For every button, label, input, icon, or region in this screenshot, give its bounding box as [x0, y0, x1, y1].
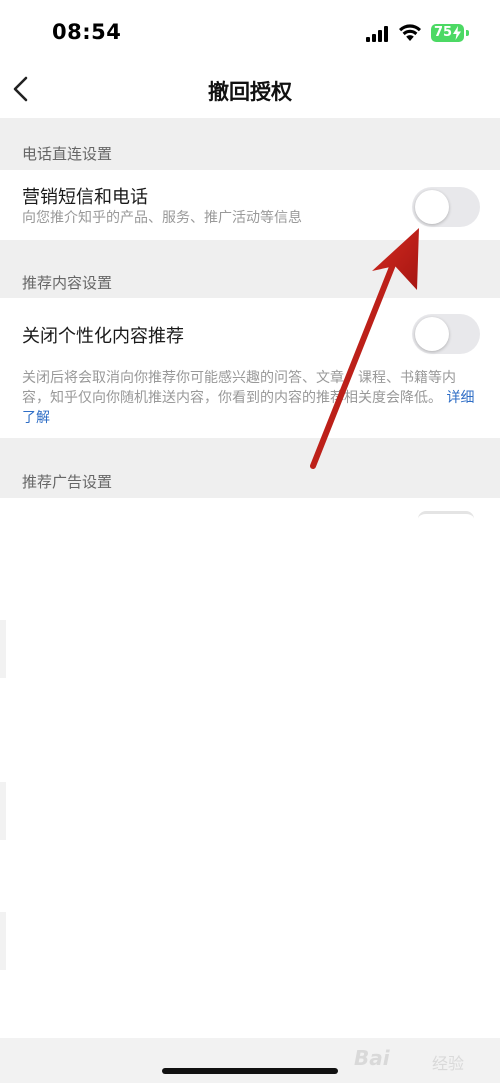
watermark-text-2: 经验	[432, 1054, 465, 1073]
battery-icon: 75	[431, 24, 464, 42]
edge-mark	[0, 782, 6, 840]
row-title: 营销短信和电话	[22, 187, 148, 208]
battery-level: 75	[434, 25, 453, 40]
personalized-recommend-toggle[interactable]	[412, 314, 480, 354]
page-title: 撤回授权	[208, 80, 292, 104]
watermark-text: Bai	[354, 1046, 390, 1070]
ads-toggle-partial[interactable]	[418, 511, 474, 519]
battery-cap	[466, 30, 469, 36]
charging-bolt-icon	[453, 26, 461, 40]
baidu-watermark: Bai 经验	[352, 1040, 478, 1080]
wifi-icon	[399, 24, 421, 41]
row-description: 向您推介知乎的产品、服务、推广活动等信息	[22, 210, 302, 226]
description-text: 关闭后将会取消向你推荐你可能感兴趣的问答、文章、课程、书籍等内容，知乎仅向你随机…	[22, 370, 456, 406]
row-description: 关闭后将会取消向你推荐你可能感兴趣的问答、文章、课程、书籍等内容，知乎仅向你随机…	[22, 368, 480, 428]
edge-mark	[0, 620, 6, 678]
section-header-label: 推荐广告设置	[22, 473, 113, 491]
marketing-sms-toggle[interactable]	[412, 187, 480, 227]
section-header-phone: 电话直连设置	[0, 118, 500, 170]
cellular-signal-icon	[366, 26, 388, 42]
nav-bar: 撤回授权	[0, 66, 500, 118]
section-header-label: 电话直连设置	[22, 145, 113, 163]
row-personalized-recommend: 关闭个性化内容推荐 关闭后将会取消向你推荐你可能感兴趣的问答、文章、课程、书籍等…	[0, 298, 500, 438]
status-time: 08:54	[52, 20, 122, 44]
section-header-recommend-ads: 推荐广告设置	[0, 438, 500, 498]
screen: 08:54 75 撤回授权 电话直连设置 营销短信和电话 向您推介知乎的产品、服…	[0, 0, 500, 1083]
row-marketing-sms-calls: 营销短信和电话 向您推介知乎的产品、服务、推广活动等信息	[0, 170, 500, 240]
section-header-recommend-content: 推荐内容设置	[0, 240, 500, 298]
edge-mark	[0, 912, 6, 970]
row-title: 关闭个性化内容推荐	[22, 326, 184, 347]
home-indicator[interactable]	[162, 1068, 338, 1074]
toggle-knob	[415, 190, 449, 224]
toggle-knob	[415, 317, 449, 351]
section-header-label: 推荐内容设置	[22, 274, 113, 292]
status-bar: 08:54 75	[0, 0, 500, 66]
